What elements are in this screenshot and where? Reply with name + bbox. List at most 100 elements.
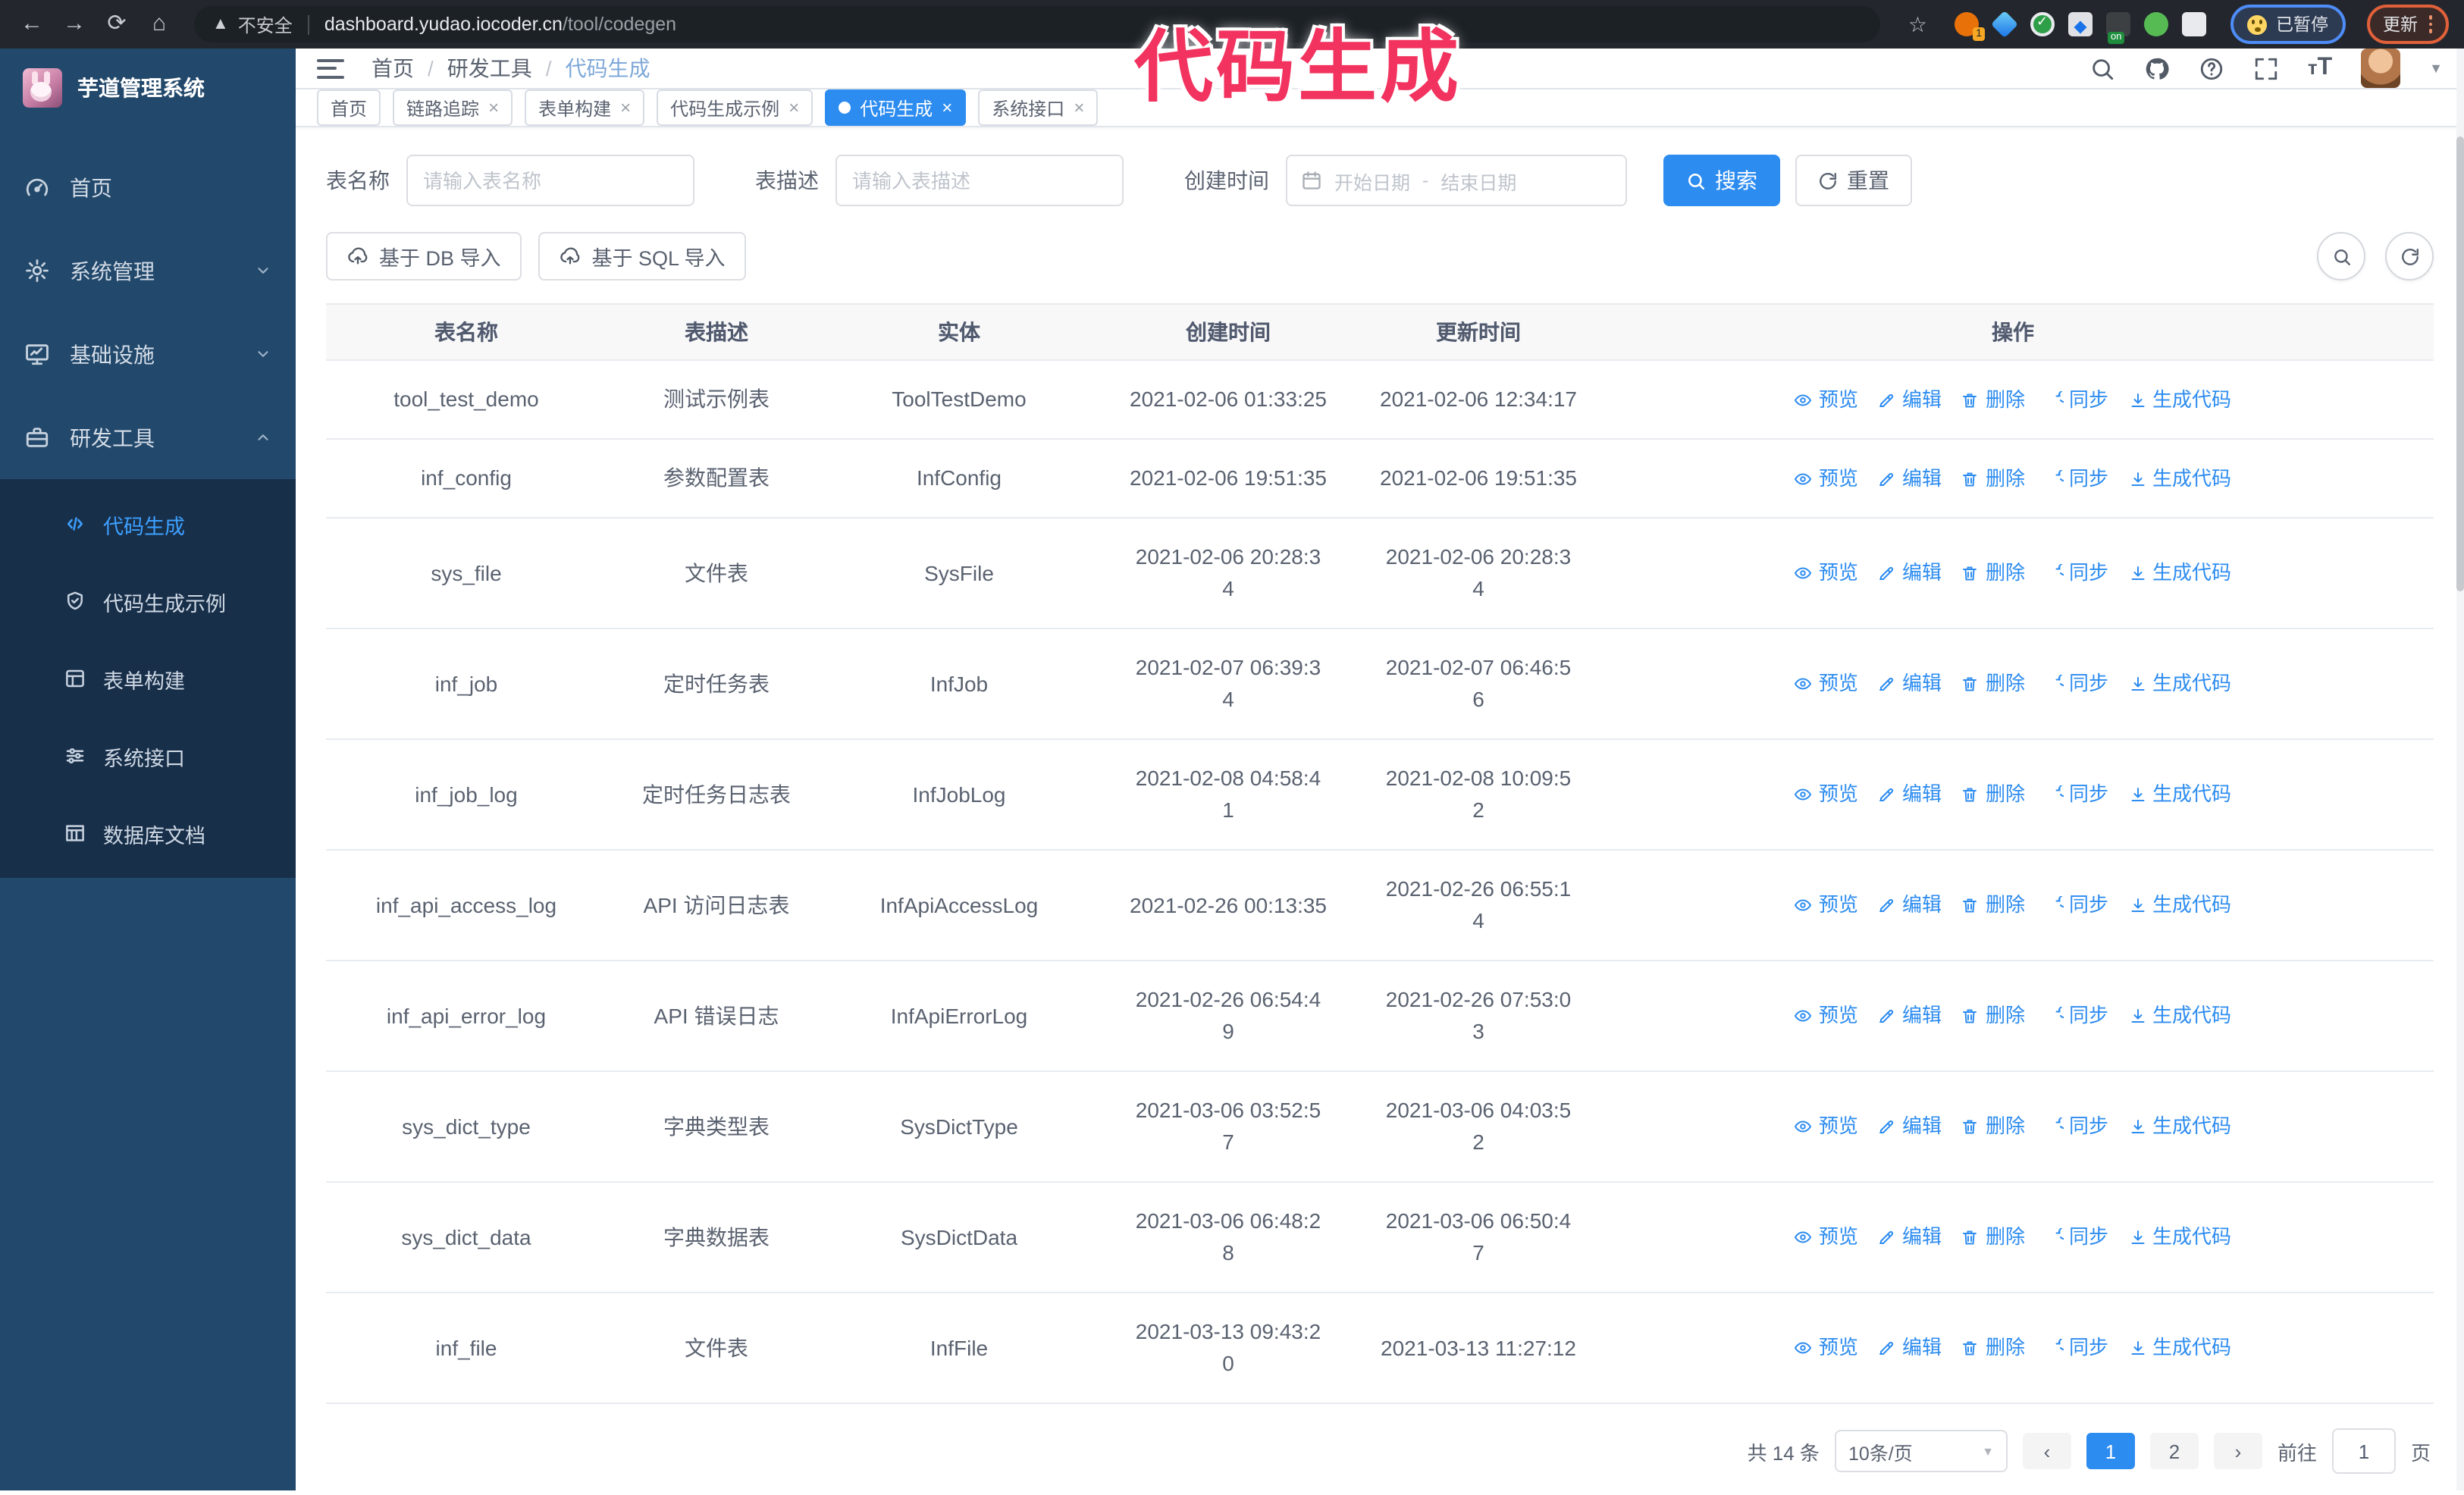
编辑-link[interactable]: 编辑 <box>1878 780 1942 810</box>
tab-close-icon[interactable]: × <box>942 99 952 117</box>
删除-link[interactable]: 删除 <box>1961 1112 2025 1142</box>
编辑-link[interactable]: 编辑 <box>1878 1334 1942 1363</box>
font-size-icon[interactable]: тT <box>2308 55 2332 82</box>
goto-page-input[interactable] <box>2331 1428 2396 1474</box>
start-date-placeholder[interactable]: 开始日期 <box>1334 166 1410 195</box>
删除-link[interactable]: 删除 <box>1961 1001 2025 1031</box>
编辑-link[interactable]: 编辑 <box>1878 1112 1942 1142</box>
删除-link[interactable]: 删除 <box>1961 669 2025 699</box>
同步-link[interactable]: 同步 <box>2045 1112 2108 1142</box>
生成代码-link[interactable]: 生成代码 <box>2128 1223 2231 1252</box>
extensions-puzzle-icon[interactable] <box>2182 12 2206 36</box>
生成代码-link[interactable]: 生成代码 <box>2128 385 2231 415</box>
删除-link[interactable]: 删除 <box>1961 780 2025 810</box>
fullscreen-icon[interactable] <box>2253 55 2279 81</box>
table-desc-input[interactable] <box>835 155 1124 206</box>
extension-icon[interactable] <box>2144 12 2168 36</box>
预览-link[interactable]: 预览 <box>1795 559 1858 588</box>
同步-link[interactable]: 同步 <box>2045 1223 2108 1252</box>
同步-link[interactable]: 同步 <box>2045 1001 2108 1031</box>
sidebar-item-db-doc[interactable]: 数据库文档 <box>0 795 296 872</box>
生成代码-link[interactable]: 生成代码 <box>2128 780 2231 810</box>
breadcrumb-item[interactable]: 研发工具 <box>447 53 532 83</box>
编辑-link[interactable]: 编辑 <box>1878 1223 1942 1252</box>
forward-icon[interactable]: → <box>58 0 91 49</box>
预览-link[interactable]: 预览 <box>1795 1334 1858 1363</box>
url-host[interactable]: dashboard.yudao.iocoder.cn <box>324 14 563 35</box>
编辑-link[interactable]: 编辑 <box>1878 1001 1942 1031</box>
tab-close-icon[interactable]: × <box>620 99 631 117</box>
next-page-button[interactable]: › <box>2213 1433 2262 1469</box>
sidebar-item-devtools[interactable]: 研发工具 <box>0 396 296 479</box>
browser-update-button[interactable]: 更新 <box>2366 5 2449 44</box>
import-sql-button[interactable]: 基于 SQL 导入 <box>538 232 747 281</box>
预览-link[interactable]: 预览 <box>1795 1112 1858 1142</box>
tab-close-icon[interactable]: × <box>788 99 799 117</box>
extension-icon[interactable]: 1 <box>1955 12 1985 41</box>
生成代码-link[interactable]: 生成代码 <box>2128 669 2231 699</box>
删除-link[interactable]: 删除 <box>1961 385 2025 415</box>
profile-paused-button[interactable]: 已暂停 <box>2230 5 2345 44</box>
同步-link[interactable]: 同步 <box>2045 464 2108 494</box>
删除-link[interactable]: 删除 <box>1961 464 2025 494</box>
breadcrumb-item[interactable]: 首页 <box>371 53 414 83</box>
预览-link[interactable]: 预览 <box>1795 780 1858 810</box>
date-range-picker[interactable]: 开始日期 - 结束日期 <box>1286 155 1627 206</box>
sidebar-item-codegen[interactable]: 代码生成 <box>0 485 296 563</box>
预览-link[interactable]: 预览 <box>1795 464 1858 494</box>
page-scrollbar[interactable] <box>2456 49 2464 1490</box>
编辑-link[interactable]: 编辑 <box>1878 385 1942 415</box>
sidebar-item-system-api[interactable]: 系统接口 <box>0 717 296 795</box>
生成代码-link[interactable]: 生成代码 <box>2128 1334 2231 1363</box>
tab-代码生成[interactable]: 代码生成 × <box>825 89 967 126</box>
sidebar-item-codegen-example[interactable]: 代码生成示例 <box>0 563 296 640</box>
user-menu-caret-icon[interactable]: ▼ <box>2429 61 2443 76</box>
同步-link[interactable]: 同步 <box>2045 891 2108 920</box>
tab-系统接口[interactable]: 系统接口 × <box>978 89 1099 126</box>
tab-代码生成示例[interactable]: 代码生成示例 × <box>657 89 813 126</box>
help-icon[interactable] <box>2199 55 2224 81</box>
同步-link[interactable]: 同步 <box>2045 780 2108 810</box>
toggle-search-button[interactable] <box>2317 232 2365 281</box>
生成代码-link[interactable]: 生成代码 <box>2128 464 2231 494</box>
user-avatar[interactable] <box>2361 49 2401 88</box>
删除-link[interactable]: 删除 <box>1961 891 2025 920</box>
prev-page-button[interactable]: ‹ <box>2022 1433 2071 1469</box>
同步-link[interactable]: 同步 <box>2045 385 2108 415</box>
refresh-table-button[interactable] <box>2385 232 2434 281</box>
page-button-1[interactable]: 1 <box>2086 1433 2135 1469</box>
extension-icon[interactable]: on <box>2106 12 2130 44</box>
预览-link[interactable]: 预览 <box>1795 1001 1858 1031</box>
tab-首页[interactable]: 首页 <box>317 89 381 126</box>
生成代码-link[interactable]: 生成代码 <box>2128 891 2231 920</box>
bookmark-star-icon[interactable]: ☆ <box>1908 11 1927 37</box>
生成代码-link[interactable]: 生成代码 <box>2128 1001 2231 1031</box>
page-size-select[interactable]: 10条/页 ▼ <box>1834 1430 2008 1472</box>
scrollbar-thumb[interactable] <box>2456 136 2464 591</box>
search-button[interactable]: 搜索 <box>1663 155 1780 206</box>
extension-icon[interactable] <box>2068 12 2093 36</box>
sidebar-item-form-builder[interactable]: 表单构建 <box>0 640 296 717</box>
同步-link[interactable]: 同步 <box>2045 559 2108 588</box>
编辑-link[interactable]: 编辑 <box>1878 891 1942 920</box>
collapse-sidebar-icon[interactable] <box>317 58 344 78</box>
end-date-placeholder[interactable]: 结束日期 <box>1440 166 1516 195</box>
app-logo-row[interactable]: 芋道管理系统 <box>0 49 296 127</box>
预览-link[interactable]: 预览 <box>1795 669 1858 699</box>
生成代码-link[interactable]: 生成代码 <box>2128 1112 2231 1142</box>
tab-close-icon[interactable]: × <box>1074 99 1084 117</box>
security-warning-label[interactable]: 不安全 <box>238 11 293 37</box>
page-button-2[interactable]: 2 <box>2149 1433 2199 1469</box>
sidebar-item-infra[interactable]: 基础设施 <box>0 312 296 396</box>
编辑-link[interactable]: 编辑 <box>1878 464 1942 494</box>
编辑-link[interactable]: 编辑 <box>1878 669 1942 699</box>
预览-link[interactable]: 预览 <box>1795 385 1858 415</box>
sidebar-item-system[interactable]: 系统管理 <box>0 229 296 312</box>
reload-icon[interactable]: ⟳ <box>100 0 133 49</box>
编辑-link[interactable]: 编辑 <box>1878 559 1942 588</box>
import-db-button[interactable]: 基于 DB 导入 <box>326 232 522 281</box>
tab-表单构建[interactable]: 表单构建 × <box>525 89 645 126</box>
删除-link[interactable]: 删除 <box>1961 559 2025 588</box>
search-icon[interactable] <box>2089 55 2115 81</box>
back-icon[interactable]: ← <box>15 0 49 49</box>
